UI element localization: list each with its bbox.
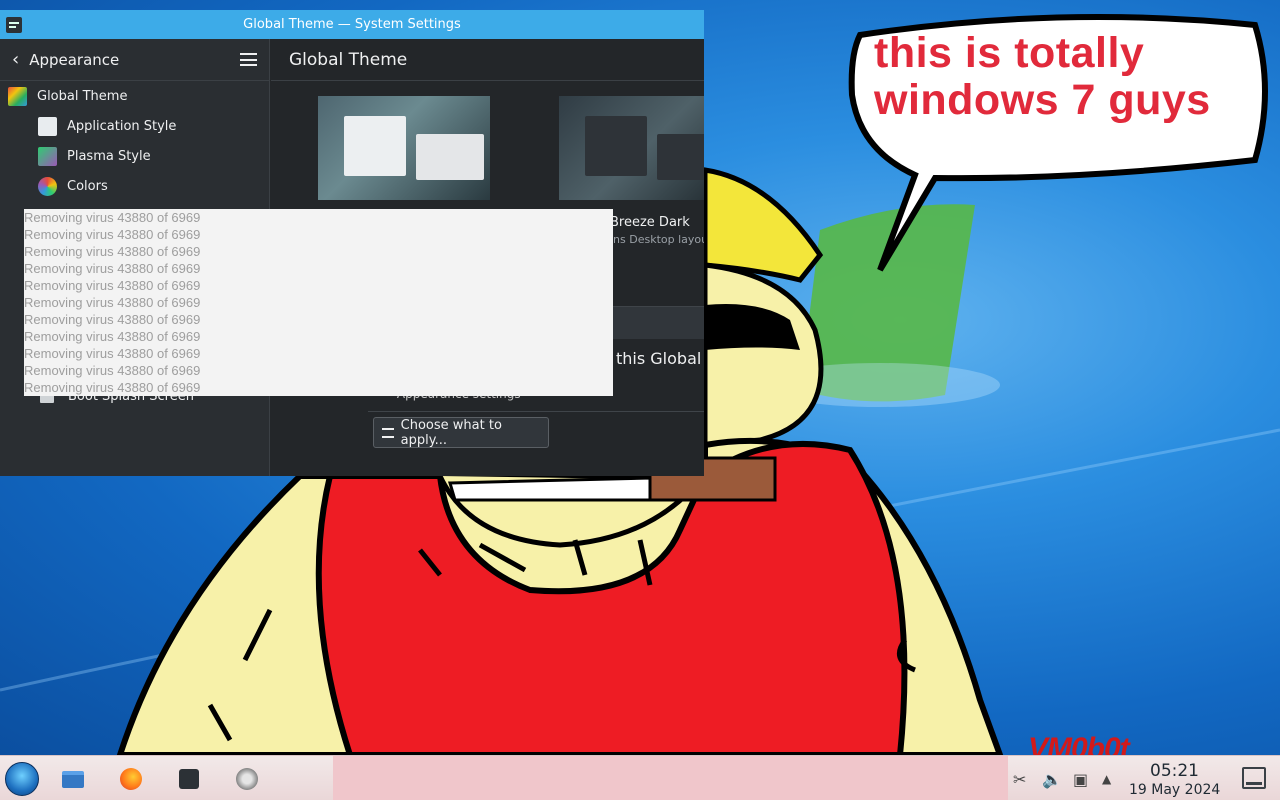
system-settings-icon[interactable] (6, 17, 22, 33)
popup-line: Removing virus 43880 of 6969 (24, 346, 201, 361)
theme-subtitle: ins Desktop layou (610, 233, 704, 246)
clock-app-button[interactable] (231, 763, 263, 795)
popup-line: Removing virus 43880 of 6969 (24, 278, 201, 293)
sidebar-item-label: Application Style (67, 118, 177, 134)
taskbar-task-area[interactable] (333, 756, 1008, 800)
sidebar-item-application-style[interactable]: Application Style (0, 111, 269, 141)
theme-thumbnail-breeze[interactable] (318, 96, 490, 200)
popup-line: Removing virus 43880 of 6969 (24, 210, 201, 225)
theme-name: Breeze Dark (610, 215, 690, 230)
popup-line: Removing virus 43880 of 6969 (24, 329, 201, 344)
global-theme-icon (8, 86, 27, 106)
firefox-icon (120, 768, 142, 790)
clock-app-icon (236, 768, 258, 790)
volume-icon[interactable]: 🔈 (1042, 770, 1062, 789)
sidebar-item-label: Global Theme (37, 88, 128, 104)
system-settings-button[interactable] (173, 763, 205, 795)
sidebar-header[interactable]: ‹ Appearance (0, 39, 269, 81)
page-title: Global Theme (271, 39, 704, 81)
speech-bubble-text: this is totally windows 7 guys (874, 30, 1254, 124)
virus-removal-popup: Removing virus 43880 of 6969 Removing vi… (24, 209, 613, 396)
popup-line: Removing virus 43880 of 6969 (24, 227, 201, 242)
popup-line: Removing virus 43880 of 6969 (24, 295, 201, 310)
divider (368, 411, 704, 412)
sidebar-item-global-theme[interactable]: Global Theme (0, 81, 269, 111)
window-title: Global Theme — System Settings (243, 17, 461, 32)
clock-date[interactable]: 19 May 2024 (1129, 782, 1220, 798)
firefox-button[interactable] (115, 763, 147, 795)
plasma-style-icon (38, 146, 57, 166)
scissors-icon[interactable]: ✂ (1013, 770, 1026, 789)
popup-line: Removing virus 43880 of 6969 (24, 380, 201, 395)
sidebar-back-label[interactable]: Appearance (29, 51, 119, 69)
taskbar: ✂ 🔈 ▣ ▲ 05:21 19 May 2024 (0, 755, 1280, 800)
sliders-icon (382, 427, 394, 438)
theme-thumbnail-breeze-dark[interactable] (559, 96, 704, 200)
start-menu-icon[interactable] (5, 762, 39, 796)
clipboard-icon[interactable]: ▣ (1073, 770, 1088, 789)
apply-prompt-text: this Global T (616, 349, 704, 368)
sidebar-item-plasma-style[interactable]: Plasma Style (0, 141, 269, 171)
application-style-icon (38, 116, 57, 136)
popup-line: Removing virus 43880 of 6969 (24, 312, 201, 327)
artist-signature: VM0b0t (1028, 732, 1130, 755)
bubble-line-2: windows 7 guys (874, 76, 1211, 124)
popup-line: Removing virus 43880 of 6969 (24, 244, 201, 259)
colors-icon (38, 176, 57, 196)
show-desktop-icon[interactable] (1242, 767, 1266, 789)
bubble-line-1: this is totally (874, 29, 1145, 77)
popup-line: Removing virus 43880 of 6969 (24, 261, 201, 276)
window-titlebar[interactable]: Global Theme — System Settings (0, 10, 704, 39)
file-manager-button[interactable] (57, 763, 89, 795)
choose-button-label: Choose what to apply... (400, 417, 502, 448)
sidebar-item-label: Plasma Style (67, 148, 151, 164)
folder-icon (62, 770, 84, 788)
sidebar-item-colors[interactable]: Colors (0, 171, 269, 201)
sidebar-item-label: Colors (67, 178, 108, 194)
choose-what-to-apply-button[interactable]: Choose what to apply... (373, 417, 549, 448)
hamburger-menu-icon[interactable] (240, 53, 257, 66)
back-arrow-icon[interactable]: ‹ (12, 49, 19, 70)
chevron-up-icon[interactable]: ▲ (1102, 772, 1111, 786)
popup-line: Removing virus 43880 of 6969 (24, 363, 201, 378)
clock-time[interactable]: 05:21 (1150, 761, 1199, 781)
system-settings-icon (179, 769, 199, 789)
